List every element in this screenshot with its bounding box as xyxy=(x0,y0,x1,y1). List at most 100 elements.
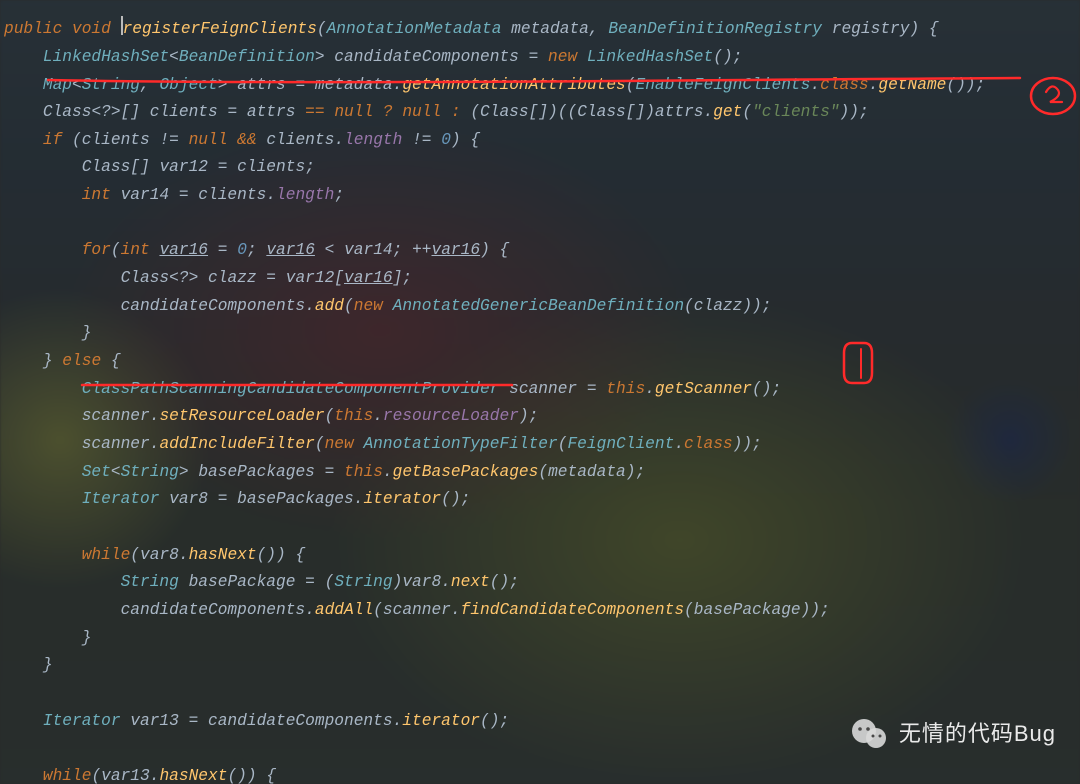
code-token: < xyxy=(72,76,82,94)
code-token: String xyxy=(82,76,140,94)
code-line[interactable]: ClassPathScanningCandidateComponentProvi… xyxy=(4,376,1080,404)
code-token xyxy=(4,269,121,287)
code-token: ()); xyxy=(946,76,985,94)
code-token: ( xyxy=(130,546,140,564)
code-line[interactable]: Class[] var12 = clients; xyxy=(4,154,1080,182)
code-line[interactable]: String basePackage = (String)var8.next()… xyxy=(4,569,1080,597)
code-line[interactable]: scanner.setResourceLoader(this.resourceL… xyxy=(4,403,1080,431)
code-token: Map xyxy=(43,76,72,94)
code-token: hasNext xyxy=(159,767,227,784)
code-token: (); xyxy=(480,712,509,730)
code-line[interactable] xyxy=(4,680,1080,708)
code-token: var16 xyxy=(432,241,481,259)
code-token: var13 = candidateComponents. xyxy=(121,712,403,730)
code-token: attrs = metadata. xyxy=(227,76,402,94)
code-token: )); xyxy=(742,297,771,315)
code-line[interactable]: Class<?>[] clients = attrs == null ? nul… xyxy=(4,99,1080,127)
code-line[interactable]: for(int var16 = 0; var16 < var14; ++var1… xyxy=(4,237,1080,265)
code-token: metadata, xyxy=(501,20,608,38)
code-token: Iterator xyxy=(82,490,160,508)
code-token xyxy=(4,629,82,647)
code-token: String xyxy=(121,463,179,481)
code-token: ( xyxy=(91,767,101,784)
code-token: )); xyxy=(801,601,830,619)
code-token: iterator xyxy=(402,712,480,730)
code-token: length xyxy=(344,131,402,149)
code-token: candidateComponents. xyxy=(121,601,315,619)
code-token: clients = attrs xyxy=(150,103,305,121)
code-token: basePackage = xyxy=(179,573,325,591)
code-token: ( xyxy=(111,241,121,259)
code-token: var12 = clients; xyxy=(159,158,314,176)
code-line[interactable]: } else { xyxy=(4,348,1080,376)
code-token: ( xyxy=(72,131,82,149)
code-token: ()) { xyxy=(227,767,276,784)
code-line[interactable]: LinkedHashSet<BeanDefinition> candidateC… xyxy=(4,44,1080,72)
code-token: Object xyxy=(159,76,217,94)
code-token: this xyxy=(606,380,645,398)
code-token xyxy=(4,297,121,315)
code-token: ); xyxy=(626,463,645,481)
code-line[interactable]: candidateComponents.add(new AnnotatedGen… xyxy=(4,293,1080,321)
code-token: get xyxy=(713,103,742,121)
code-line[interactable]: scanner.addIncludeFilter(new AnnotationT… xyxy=(4,431,1080,459)
code-token: ( xyxy=(325,573,335,591)
code-token: setResourceLoader xyxy=(159,407,324,425)
code-token: ]; xyxy=(393,269,412,287)
code-token: var16 xyxy=(159,241,208,259)
code-token: metadata xyxy=(548,463,626,481)
code-line[interactable]: while(var8.hasNext()) { xyxy=(4,542,1080,570)
code-token xyxy=(4,601,121,619)
code-token: ( xyxy=(626,76,636,94)
code-token xyxy=(4,186,82,204)
code-token xyxy=(4,546,82,564)
code-token: BeanDefinitionRegistry xyxy=(608,20,822,38)
code-token: addIncludeFilter xyxy=(159,435,314,453)
code-token: == null ? null : xyxy=(305,103,470,121)
code-line[interactable]: } xyxy=(4,625,1080,653)
code-line[interactable]: candidateComponents.addAll(scanner.findC… xyxy=(4,597,1080,625)
code-token: ( xyxy=(373,601,383,619)
code-token xyxy=(4,324,82,342)
code-token: length xyxy=(276,186,334,204)
code-token: ( xyxy=(538,463,548,481)
code-token: ( xyxy=(684,601,694,619)
code-token xyxy=(4,712,43,730)
code-token: { xyxy=(111,352,121,370)
code-line[interactable]: if (clients != null && clients.length !=… xyxy=(4,127,1080,155)
code-line[interactable]: Iterator var8 = basePackages.iterator(); xyxy=(4,486,1080,514)
code-token: ( xyxy=(325,407,335,425)
code-editor[interactable]: public void registerFeignClients(Annotat… xyxy=(0,16,1080,768)
code-line[interactable]: Class<?> clazz = var12[var16]; xyxy=(4,265,1080,293)
code-token: Set xyxy=(82,463,111,481)
code-token xyxy=(4,573,121,591)
code-line[interactable]: public void registerFeignClients(Annotat… xyxy=(4,16,1080,44)
code-token: BeanDefinition xyxy=(179,48,315,66)
code-line[interactable] xyxy=(4,210,1080,238)
code-line[interactable]: while(var13.hasNext()) { xyxy=(4,763,1080,784)
code-token: new xyxy=(325,435,364,453)
code-token: else xyxy=(62,352,111,370)
code-line[interactable]: Set<String> basePackages = this.getBaseP… xyxy=(4,459,1080,487)
code-token: var8. xyxy=(140,546,189,564)
code-token: . xyxy=(645,380,655,398)
code-token: ; xyxy=(247,241,266,259)
code-token: ); xyxy=(519,407,538,425)
code-line[interactable]: Map<String, Object> attrs = metadata.get… xyxy=(4,72,1080,100)
code-line[interactable]: } xyxy=(4,652,1080,680)
code-token: while xyxy=(43,767,92,784)
code-token: int xyxy=(82,186,121,204)
code-line[interactable] xyxy=(4,514,1080,542)
code-token: ( xyxy=(558,435,568,453)
code-line[interactable]: int var14 = clients.length; xyxy=(4,182,1080,210)
code-token: registry xyxy=(822,20,909,38)
code-token xyxy=(4,48,43,66)
code-token: []) xyxy=(626,103,655,121)
code-token: [])(( xyxy=(529,103,578,121)
code-token: ( xyxy=(317,20,327,38)
code-line[interactable]: } xyxy=(4,320,1080,348)
code-token: getAnnotationAttributes xyxy=(402,76,625,94)
code-token: } xyxy=(82,629,92,647)
code-token: var16 xyxy=(344,269,393,287)
wechat-icon xyxy=(849,714,889,754)
